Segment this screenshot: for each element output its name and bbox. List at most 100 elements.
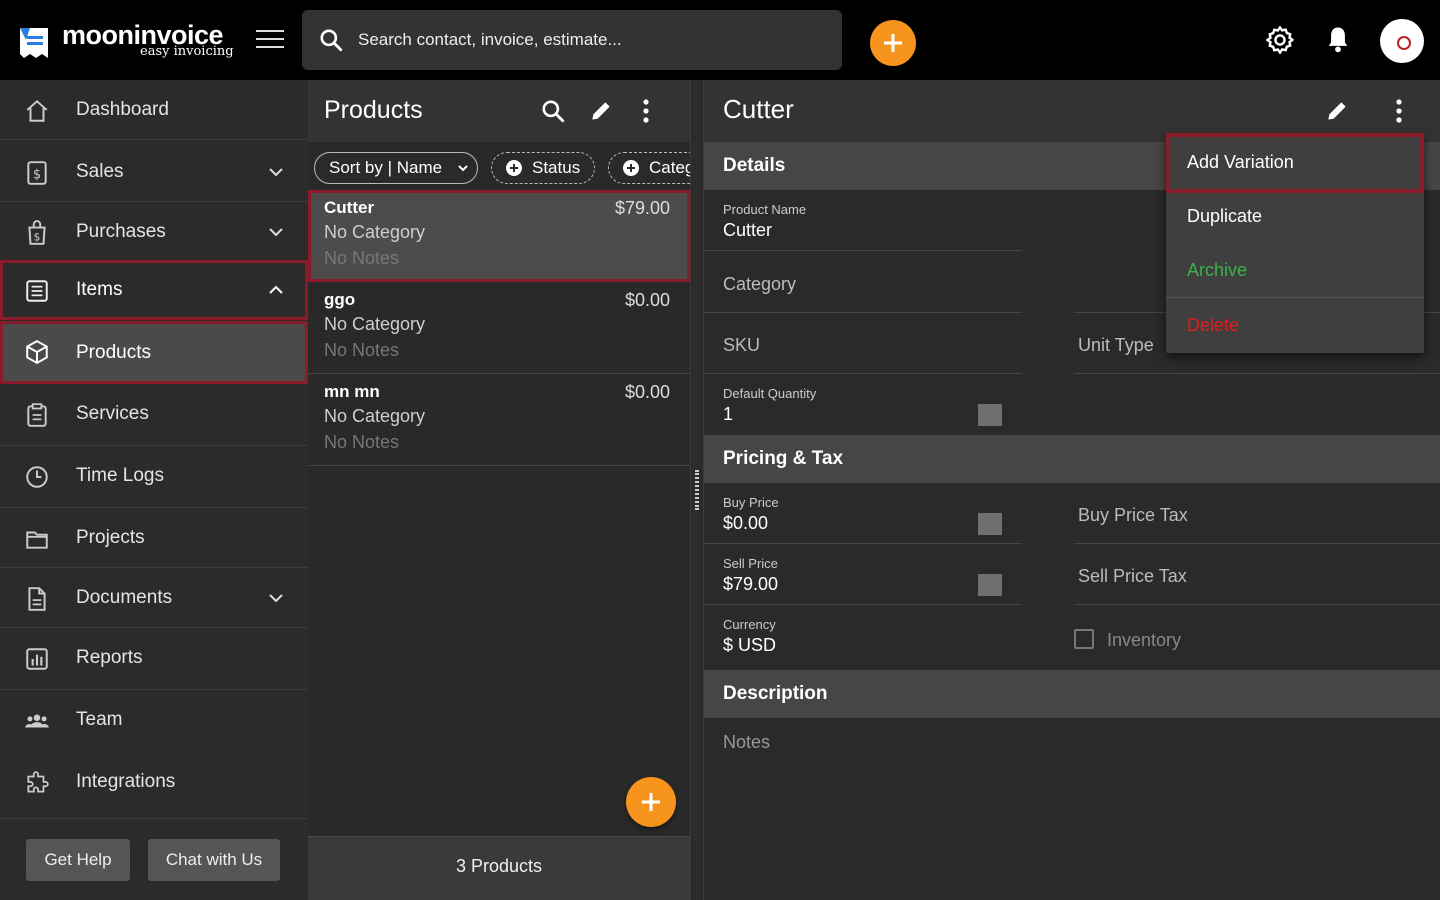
inventory-label: Inventory [1107,630,1182,650]
field-value: $79.00 [723,574,779,594]
menu-toggle-icon[interactable] [256,30,284,50]
sell-price-toggle-box[interactable] [978,574,1002,596]
edit-pencil-icon[interactable] [1324,98,1350,124]
more-options-icon[interactable] [1395,98,1403,124]
sku-field[interactable]: SKU [704,313,1022,374]
sidebar-item-label: Dashboard [76,99,169,120]
chevron-up-icon [269,285,283,294]
sidebar-item-services[interactable]: Services [0,384,308,446]
sort-dropdown[interactable]: Sort by | Name [314,152,478,184]
product-row[interactable]: ggo $0.00 No Category No Notes [308,282,690,374]
home-icon [26,99,48,122]
product-price: $0.00 [624,382,670,402]
sidebar-item-label: Sales [76,161,124,182]
sidebar-item-integrations[interactable]: Integrations [0,752,308,818]
category-filter-chip[interactable]: Category [608,152,690,184]
sidebar-item-reports[interactable]: Reports [0,628,308,690]
global-search[interactable] [302,10,842,70]
search-icon [320,29,343,52]
sidebar-item-time-logs[interactable]: Time Logs [0,446,308,508]
sidebar-item-documents[interactable]: Documents [0,568,308,628]
reports-icon [26,648,48,670]
menu-item-label: Delete [1187,315,1240,335]
add-circle-icon [506,160,522,176]
chat-with-us-button[interactable]: Chat with Us [148,839,280,881]
buy-price-tax-field[interactable]: Buy Price Tax [1074,483,1440,544]
product-price: $0.00 [624,290,670,310]
default-quantity-field[interactable]: Default Quantity 1 [704,374,1022,435]
product-name: mn mn [324,382,380,401]
sidebar-footer: Get Help Chat with Us [0,818,308,900]
sidebar-item-label: Time Logs [76,465,164,486]
detail-title: Cutter [723,94,794,124]
field-label: Category [723,274,797,294]
field-label: Currency [723,617,776,632]
sidebar-item-label: Projects [76,527,145,548]
sidebar: Dashboard $ Sales $ Purchases Items Prod… [0,80,308,900]
sidebar-item-purchases[interactable]: $ Purchases [0,202,308,262]
sidebar-item-products[interactable]: Products [0,321,308,384]
category-field[interactable]: Category [704,252,1022,313]
app-logo[interactable]: mooninvoice easy invoicing [16,20,236,62]
menu-item-add-variation[interactable]: Add Variation [1166,133,1424,193]
create-new-button[interactable] [870,20,916,66]
inventory-checkbox[interactable] [1074,629,1094,649]
product-count: 3 Products [455,856,543,876]
sidebar-item-label: Reports [76,647,143,668]
sell-price-field[interactable]: Sell Price $79.00 [704,544,1022,605]
product-row[interactable]: mn mn $0.00 No Category No Notes [308,374,690,466]
get-help-button[interactable]: Get Help [26,839,130,881]
sidebar-item-label: Services [76,403,149,424]
category-filter-label: Category [649,158,690,177]
currency-field[interactable]: Currency $ USD [704,605,1022,666]
section-title: Details [723,155,786,176]
clock-icon [26,466,48,488]
notification-bell-icon[interactable] [1324,24,1352,54]
sort-label: Sort by | Name [329,158,443,177]
status-filter-chip[interactable]: Status [491,152,595,184]
items-list-icon [26,280,48,302]
top-bar: mooninvoice easy invoicing [0,0,1440,80]
user-avatar[interactable] [1380,19,1424,63]
field-label: Sell Price [723,556,778,571]
field-label: Buy Price Tax [1078,505,1188,525]
section-title: Pricing & Tax [723,448,844,469]
edit-pencil-icon[interactable] [588,98,614,124]
sidebar-item-projects[interactable]: Projects [0,508,308,568]
menu-item-delete[interactable]: Delete [1166,298,1424,353]
sidebar-item-sales[interactable]: $ Sales [0,142,308,202]
sidebar-item-team[interactable]: Team [0,690,308,752]
purchases-icon: $ [28,220,46,245]
buy-price-field[interactable]: Buy Price $0.00 [704,483,1022,544]
notes-field[interactable]: Notes [723,732,770,753]
product-row[interactable]: Cutter $79.00 No Category No Notes [308,190,690,282]
product-name-field[interactable]: Product Name Cutter [704,190,1022,251]
quantity-toggle-box[interactable] [978,404,1002,426]
sidebar-item-label: Products [76,342,151,363]
sell-price-tax-field[interactable]: Sell Price Tax [1074,544,1440,605]
field-label: Sell Price Tax [1078,566,1187,586]
settings-gear-icon[interactable] [1264,24,1296,56]
sidebar-item-label: Documents [76,587,173,608]
sidebar-item-label: Integrations [76,771,176,792]
field-value: $0.00 [723,513,769,533]
sidebar-item-items[interactable]: Items [0,260,308,320]
menu-item-archive[interactable]: Archive [1166,243,1424,298]
chevron-down-icon [458,165,468,172]
search-input[interactable] [358,24,818,56]
add-product-button[interactable] [626,777,676,827]
more-options-icon[interactable] [642,98,650,124]
box-icon [26,340,48,364]
buy-price-toggle-box[interactable] [978,513,1002,535]
sidebar-item-dashboard[interactable]: Dashboard [0,80,308,140]
pricing-section-header: Pricing & Tax [704,435,1440,483]
list-footer: 3 Products [308,836,690,900]
search-icon[interactable] [540,98,566,124]
sales-icon: $ [27,161,47,185]
chevron-down-icon [269,168,283,177]
menu-item-duplicate[interactable]: Duplicate [1166,189,1424,244]
product-actions-menu: Add Variation Duplicate Archive Delete [1166,133,1424,353]
add-circle-icon [623,160,639,176]
sidebar-item-label: Purchases [76,221,166,242]
panel-resize-handle[interactable] [690,80,704,900]
